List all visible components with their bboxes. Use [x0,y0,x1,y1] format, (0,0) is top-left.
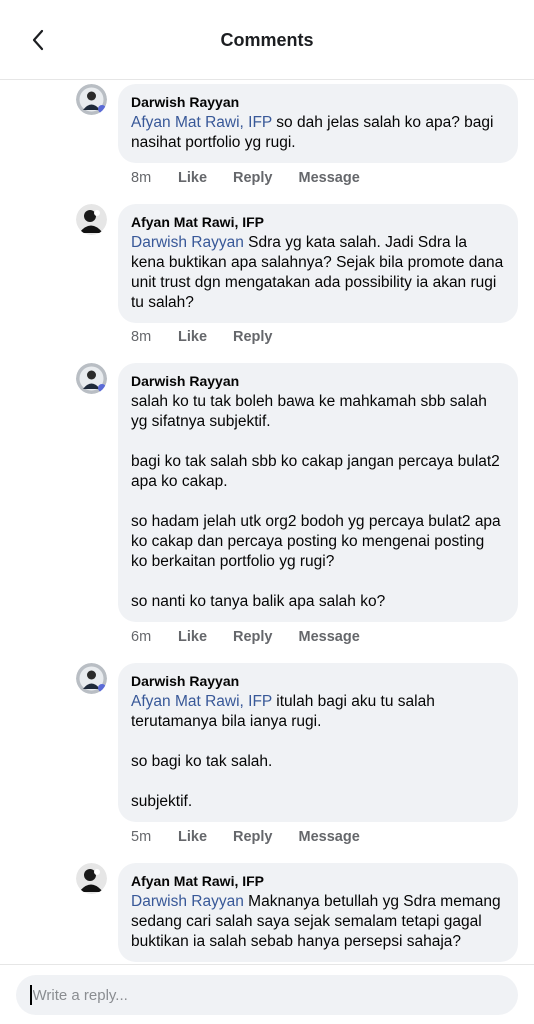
like-button[interactable]: Like [178,629,207,645]
message-button[interactable]: Message [299,170,360,186]
reply-input[interactable] [32,986,473,1004]
comment-bubble[interactable]: Darwish Rayyan Afyan Mat Rawi, IFP so da… [118,84,518,163]
top-bar: Comments [0,0,534,80]
comment-thread[interactable]: Darwish Rayyan Afyan Mat Rawi, IFP so da… [0,80,534,964]
comment-author[interactable]: Afyan Mat Rawi, IFP [131,213,504,231]
avatar[interactable] [76,863,107,894]
mention-link[interactable]: Darwish Rayyan [131,234,244,251]
comment-bubble[interactable]: Darwish Rayyan salah ko tu tak boleh baw… [118,363,518,622]
like-button[interactable]: Like [178,329,207,345]
comment-text: Darwish Rayyan Sdra yg kata salah. Jadi … [131,234,504,311]
avatar[interactable] [76,363,107,394]
mention-link[interactable]: Darwish Rayyan [131,893,244,910]
like-button[interactable]: Like [178,829,207,845]
comment-actions: 6m Like Reply Message [131,629,386,645]
comment-text: salah ko tu tak boleh bawa ke mahkamah s… [131,393,501,610]
reply-box[interactable] [16,975,518,1015]
message-button[interactable]: Message [299,829,360,845]
reply-button[interactable]: Reply [233,329,273,345]
comment-author[interactable]: Darwish Rayyan [131,672,504,690]
text-cursor [30,985,32,1005]
comment-time: 8m [131,170,152,186]
comment-actions: 8m Like Reply [131,329,299,345]
page-title: Comments [220,30,314,50]
comment-text: Afyan Mat Rawi, IFP itulah bagi aku tu s… [131,693,435,810]
comment-bubble[interactable]: Darwish Rayyan Afyan Mat Rawi, IFP itula… [118,663,518,822]
comment-actions: 8m Like Reply Message [131,170,386,186]
comment-time: 5m [131,829,152,845]
comment-time: 8m [131,329,152,345]
comment-author[interactable]: Darwish Rayyan [131,93,504,111]
mention-link[interactable]: Afyan Mat Rawi, IFP [131,693,272,710]
comment-bubble[interactable]: Afyan Mat Rawi, IFP Darwish Rayyan Sdra … [118,204,518,323]
comment-author[interactable]: Afyan Mat Rawi, IFP [131,872,504,890]
like-button[interactable]: Like [178,170,207,186]
reply-button[interactable]: Reply [233,629,273,645]
avatar[interactable] [76,663,107,694]
reply-button[interactable]: Reply [233,170,273,186]
comment-bubble[interactable]: Afyan Mat Rawi, IFP Darwish Rayyan Makna… [118,863,518,962]
reply-button[interactable]: Reply [233,829,273,845]
reply-composer [0,964,534,1024]
avatar[interactable] [76,84,107,115]
comment-author[interactable]: Darwish Rayyan [131,372,504,390]
comment-actions: 5m Like Reply Message [131,829,386,845]
mention-link[interactable]: Afyan Mat Rawi, IFP [131,114,272,131]
avatar[interactable] [76,204,107,235]
comment-text: Darwish Rayyan Maknanya betullah yg Sdra… [131,893,501,950]
comment-time: 6m [131,629,152,645]
comment-text: Afyan Mat Rawi, IFP so dah jelas salah k… [131,114,494,151]
message-button[interactable]: Message [299,629,360,645]
